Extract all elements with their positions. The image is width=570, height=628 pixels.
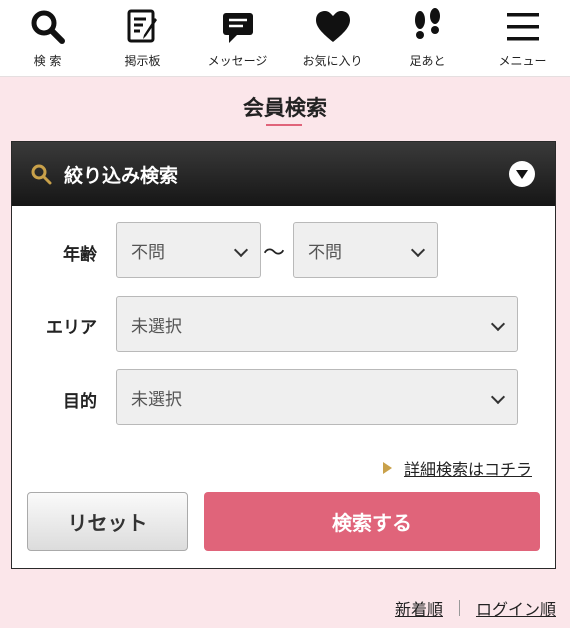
footprint-icon [414, 8, 440, 39]
nav-message[interactable]: メッセージ [190, 0, 285, 76]
panel-header[interactable]: 絞り込み検索 [12, 142, 555, 206]
search-icon [31, 164, 52, 185]
message-icon [222, 13, 253, 43]
chevron-down-icon [490, 316, 506, 332]
age-separator: 〜 [263, 241, 286, 266]
nav-search-label: 検 索 [33, 54, 62, 68]
collapse-toggle-icon[interactable] [509, 161, 535, 187]
page-title: 会員検索 [243, 96, 327, 120]
age-label: 年齢 [63, 245, 97, 265]
nav-message-label: メッセージ [207, 54, 268, 68]
age-from-value: 不問 [131, 242, 165, 263]
nav-footprint-label: 足あと [409, 54, 446, 68]
nav-search[interactable]: 検 索 [0, 0, 95, 76]
purpose-select[interactable]: 未選択 [116, 369, 518, 425]
reset-button[interactable]: リセット [27, 492, 188, 551]
chevron-down-icon [410, 242, 426, 258]
sort-newest-link[interactable]: 新着順 [395, 596, 443, 620]
divider [458, 600, 460, 616]
age-to-select[interactable]: 不問 [293, 222, 438, 278]
nav-footprint[interactable]: 足あと [380, 0, 475, 76]
heart-icon [315, 11, 350, 42]
purpose-label: 目的 [63, 392, 97, 412]
chevron-down-icon [490, 389, 506, 405]
search-button[interactable]: 検索する [204, 492, 540, 551]
board-icon [127, 9, 157, 43]
nav-favorite[interactable]: お気に入り [285, 0, 380, 76]
age-to-value: 不問 [308, 242, 342, 263]
sort-login-link[interactable]: ログイン順 [476, 596, 556, 620]
nav-board-label: 掲示板 [124, 54, 161, 68]
nav-menu-label: メニュー [498, 54, 547, 68]
search-icon [31, 10, 65, 44]
age-from-select[interactable]: 不問 [116, 222, 261, 278]
menu-icon [506, 13, 539, 41]
title-underline [266, 124, 302, 126]
area-select[interactable]: 未選択 [116, 296, 518, 352]
triangle-right-icon [382, 462, 392, 474]
panel-header-label: 絞り込み検索 [64, 164, 179, 187]
chevron-down-icon [233, 242, 249, 258]
nav-favorite-label: お気に入り [302, 54, 363, 68]
area-value: 未選択 [131, 316, 182, 337]
nav-board[interactable]: 掲示板 [95, 0, 190, 76]
area-label: エリア [46, 318, 97, 338]
top-nav: 検 索 掲示板 メッセージ お気に入り 足あと メニュー [0, 0, 570, 77]
nav-menu[interactable]: メニュー [475, 0, 570, 76]
purpose-value: 未選択 [131, 389, 182, 410]
detail-search-label: 詳細検索はコチラ [403, 460, 532, 479]
detail-search-link[interactable]: 詳細検索はコチラ [382, 456, 532, 480]
sort-links: 新着順 ログイン順 [395, 596, 556, 620]
